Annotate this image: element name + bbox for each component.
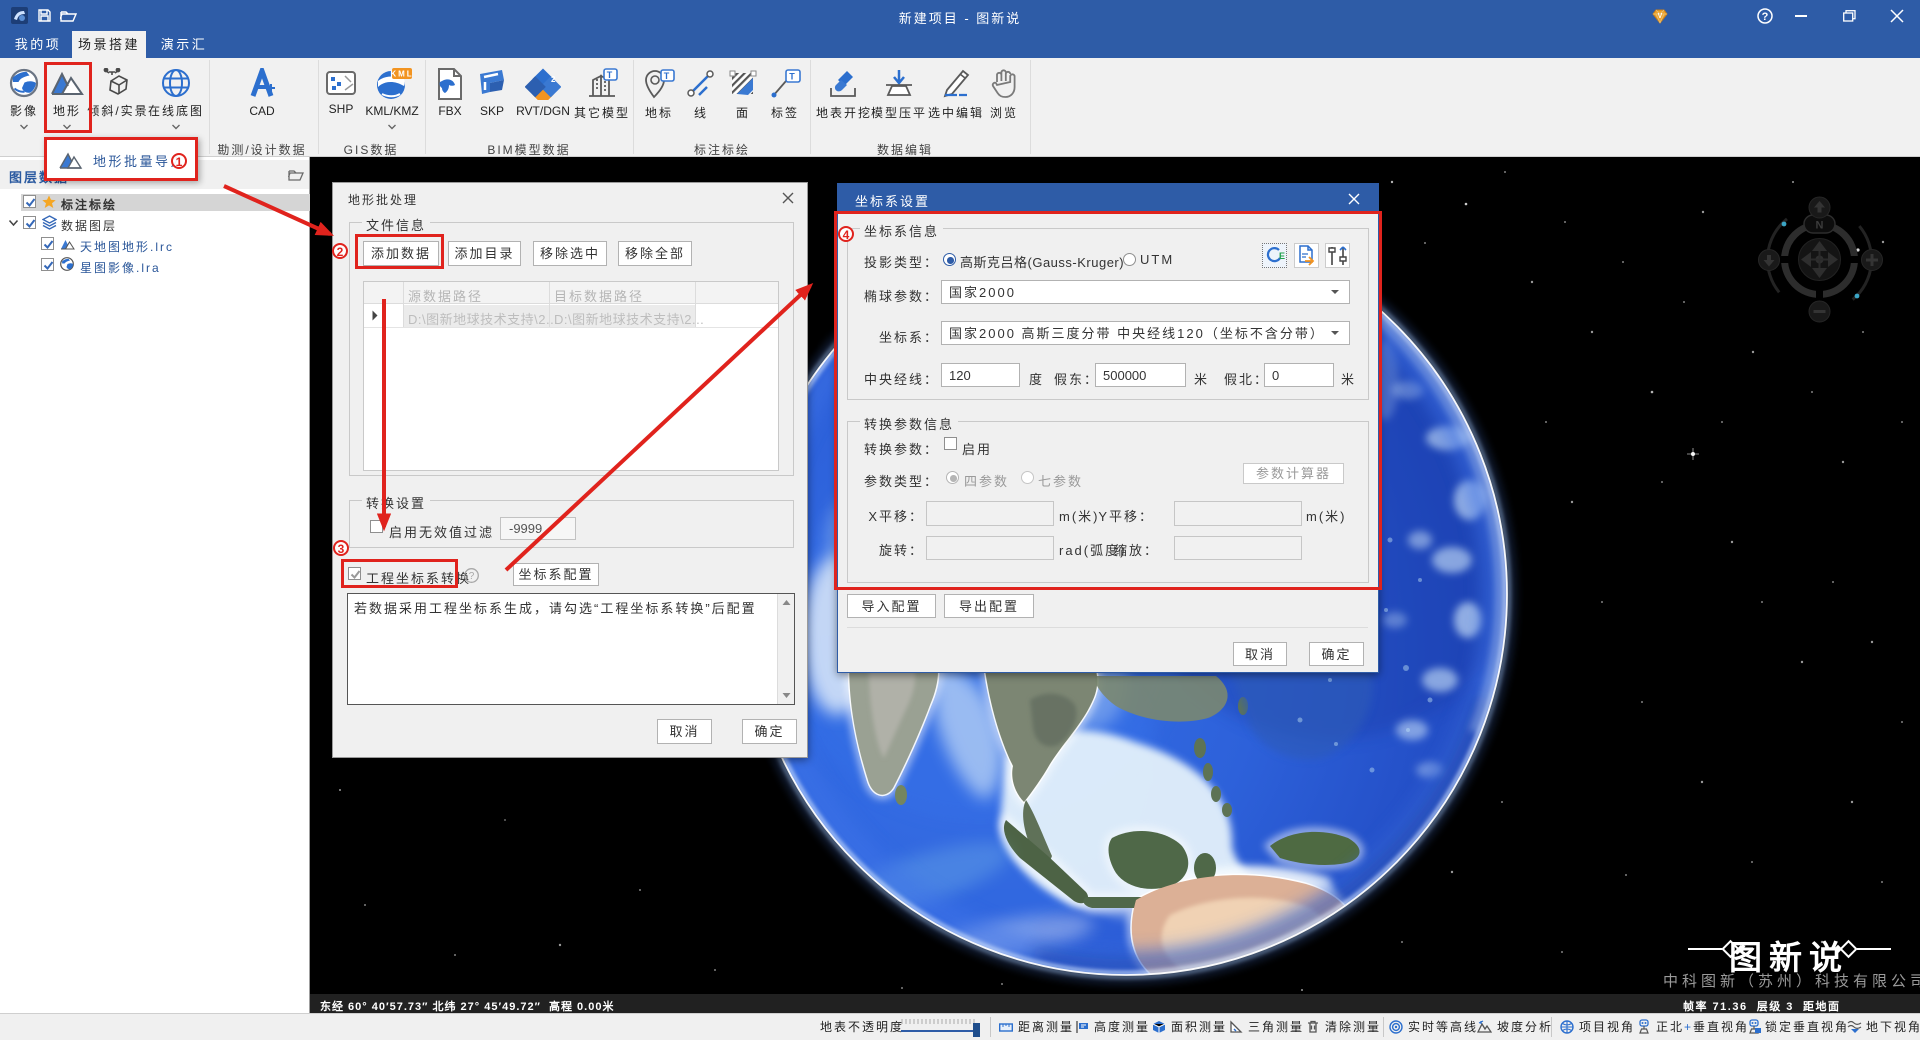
svg-text:2: 2 bbox=[551, 75, 557, 84]
svg-text:?: ? bbox=[1762, 11, 1769, 23]
svg-text:T: T bbox=[607, 70, 615, 80]
svg-text:V: V bbox=[1658, 13, 1663, 20]
svg-text:KML: KML bbox=[390, 70, 412, 79]
svg-text:?: ? bbox=[469, 571, 475, 582]
svg-text:T: T bbox=[789, 72, 797, 82]
svg-text:N: N bbox=[1816, 220, 1824, 232]
